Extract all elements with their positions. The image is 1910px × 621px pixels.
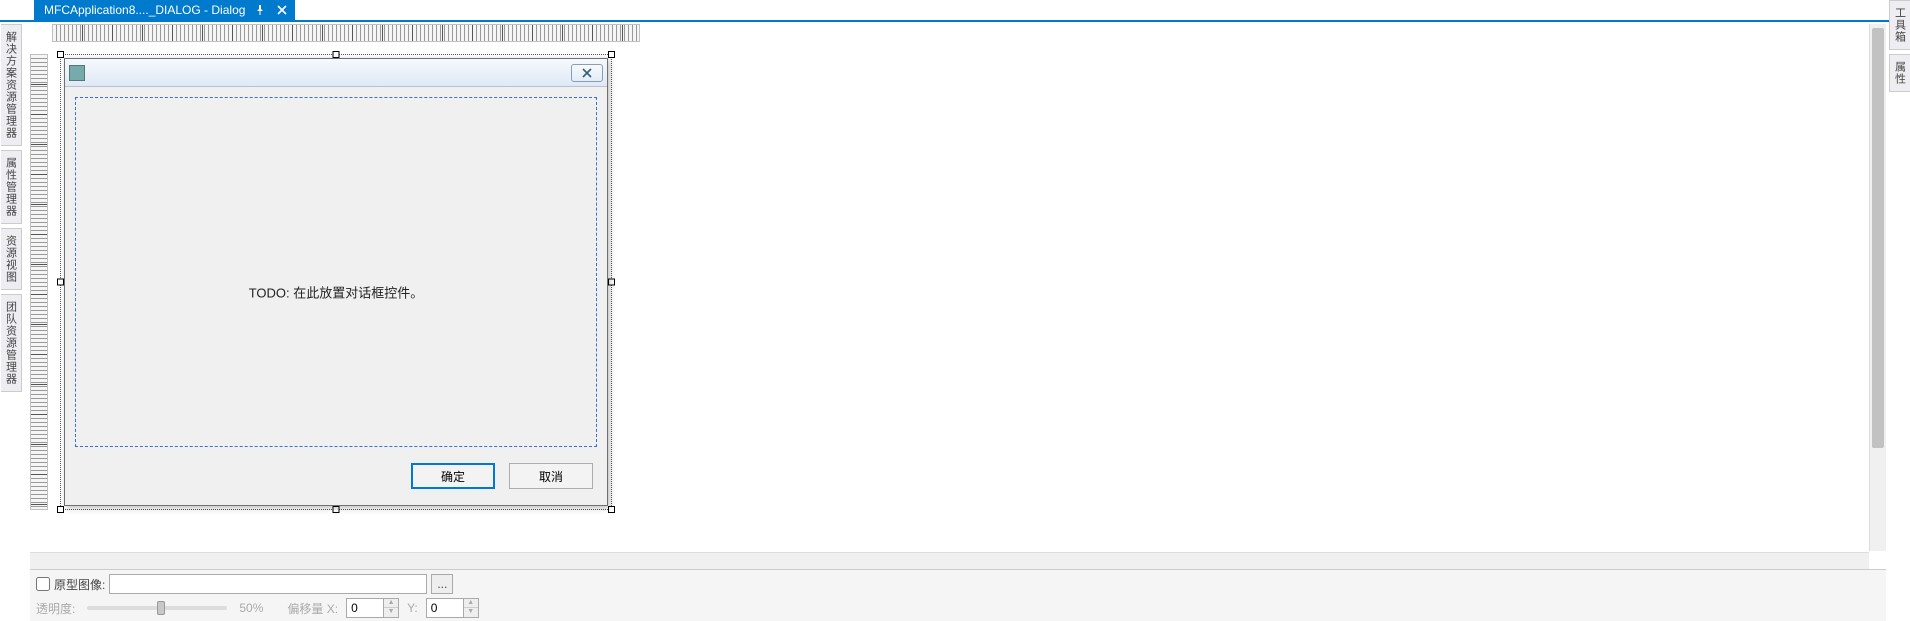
resize-handle-sw[interactable] [57, 506, 64, 513]
pin-icon[interactable] [253, 3, 267, 17]
vertical-scrollbar-thumb[interactable] [1872, 28, 1884, 448]
panel-tab-resource-view[interactable]: 资源视图 [1, 228, 22, 290]
resize-handle-e[interactable] [608, 279, 615, 286]
offset-y-input[interactable] [427, 601, 463, 615]
panel-tab-solution-explorer[interactable]: 解决方案资源管理器 [1, 24, 22, 146]
offset-x-input[interactable] [347, 601, 383, 615]
document-tab-title: MFCApplication8...._DIALOG - Dialog [44, 3, 245, 17]
dialog-design-surface[interactable]: TODO: 在此放置对话框控件。 确定 取消 [30, 24, 1886, 569]
resize-handle-n[interactable] [333, 51, 340, 58]
resize-handle-nw[interactable] [57, 51, 64, 58]
offset-y-spinner[interactable]: ▲▼ [426, 598, 479, 618]
offset-y-up-icon[interactable]: ▲ [464, 599, 478, 608]
dialog-button-row: 确定 取消 [411, 463, 593, 489]
offset-y-down-icon[interactable]: ▼ [464, 608, 478, 617]
resize-handle-se[interactable] [608, 506, 615, 513]
dialog-todo-static-text[interactable]: TODO: 在此放置对话框控件。 [65, 283, 607, 302]
dialog-system-icon [69, 65, 85, 81]
offset-y-label: Y: [407, 601, 418, 615]
opacity-value: 50% [239, 601, 263, 615]
opacity-label: 透明度: [36, 600, 75, 617]
resize-handle-s[interactable] [333, 506, 340, 513]
horizontal-scrollbar[interactable] [30, 552, 1869, 569]
opacity-slider-thumb[interactable] [157, 601, 165, 615]
cancel-button[interactable]: 取消 [509, 463, 593, 489]
vertical-scrollbar[interactable] [1869, 24, 1886, 551]
prototype-label: 原型图像: [54, 576, 105, 593]
offset-x-spinner[interactable]: ▲▼ [346, 598, 399, 618]
ok-button[interactable]: 确定 [411, 463, 495, 489]
dialog-close-button[interactable] [571, 64, 603, 82]
resize-handle-ne[interactable] [608, 51, 615, 58]
document-tab-strip: MFCApplication8...._DIALOG - Dialog [0, 0, 1910, 22]
dialog-preview[interactable]: TODO: 在此放置对话框控件。 确定 取消 [64, 58, 608, 506]
offset-x-up-icon[interactable]: ▲ [384, 599, 398, 608]
dialog-guide-frame [75, 97, 597, 447]
panel-tab-property-manager[interactable]: 属性管理器 [1, 150, 22, 224]
ruler-horizontal [52, 24, 640, 42]
prototype-browse-button[interactable]: ... [431, 574, 453, 594]
resize-handle-w[interactable] [57, 279, 64, 286]
dialog-client-area[interactable]: TODO: 在此放置对话框控件。 确定 取消 [65, 87, 607, 505]
offset-x-label: 偏移量 X: [287, 600, 338, 617]
prototype-path-input[interactable] [109, 574, 427, 594]
dialog-titlebar[interactable] [65, 59, 607, 87]
left-collapsed-panels: 解决方案资源管理器 属性管理器 资源视图 团队资源管理器 [0, 24, 22, 621]
ruler-vertical [30, 54, 48, 510]
prototype-enable-checkbox[interactable] [36, 577, 50, 591]
opacity-slider[interactable] [87, 606, 227, 610]
panel-tab-properties[interactable]: 属性 [1889, 54, 1910, 92]
prototype-image-bar: 原型图像: ... 透明度: 50% 偏移量 X: ▲▼ Y: ▲▼ [30, 569, 1886, 621]
close-icon[interactable] [275, 3, 289, 17]
right-collapsed-panels: 工具箱 属性 [1888, 0, 1910, 621]
dialog-selection-frame[interactable]: TODO: 在此放置对话框控件。 确定 取消 [60, 54, 612, 510]
document-tab-active[interactable]: MFCApplication8...._DIALOG - Dialog [34, 0, 295, 20]
panel-tab-toolbox[interactable]: 工具箱 [1889, 0, 1910, 50]
offset-x-down-icon[interactable]: ▼ [384, 608, 398, 617]
panel-tab-team-explorer[interactable]: 团队资源管理器 [1, 294, 22, 392]
